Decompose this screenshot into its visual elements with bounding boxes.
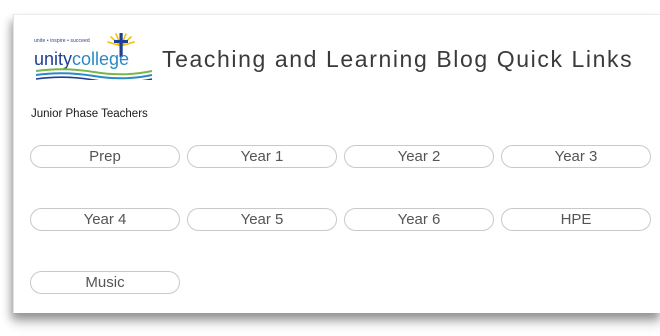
wave-swoosh-icon [35,68,153,80]
link-button-year-1[interactable]: Year 1 [187,145,337,168]
link-button-year-3[interactable]: Year 3 [501,145,651,168]
link-button-music[interactable]: Music [30,271,180,294]
unity-college-logo[interactable]: unite • inspire • succeed unitycollege [34,33,154,82]
link-button-year-5[interactable]: Year 5 [187,208,337,231]
logo-wordmark: unitycollege [34,49,130,69]
page-title: Teaching and Learning Blog Quick Links [162,46,634,72]
link-button-hpe[interactable]: HPE [501,208,651,231]
link-button-year-6[interactable]: Year 6 [344,208,494,231]
page: unite • inspire • succeed unitycollege T… [0,0,660,336]
link-button-year-4[interactable]: Year 4 [30,208,180,231]
section-heading: Junior Phase Teachers [31,108,148,120]
link-button-year-2[interactable]: Year 2 [344,145,494,168]
logo-tagline: unite • inspire • succeed [34,38,90,44]
link-button-prep[interactable]: Prep [30,145,180,168]
